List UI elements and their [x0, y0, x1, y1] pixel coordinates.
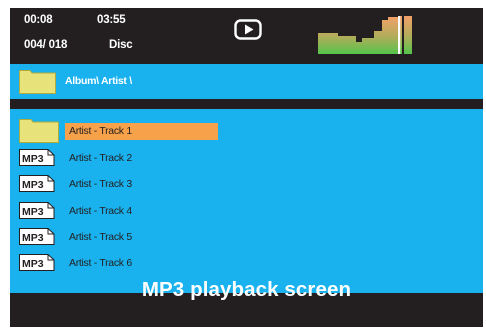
- total-time: 03:55: [97, 14, 126, 26]
- mp3-icon-label: MP3: [22, 232, 44, 244]
- player-screen: 00:08 03:55 004/ 018 Disc Album\ Artist …: [10, 8, 483, 327]
- folder-path-bar[interactable]: Album\ Artist \: [10, 64, 483, 99]
- folder-path: Album\ Artist \: [65, 75, 132, 87]
- list-item[interactable]: MP3 Artist - Track 5: [10, 225, 483, 250]
- list-item[interactable]: MP3 Artist - Track 6: [10, 251, 483, 276]
- status-bar: 00:08 03:55 004/ 018 Disc: [10, 8, 483, 64]
- list-item[interactable]: MP3 Artist - Track 4: [10, 199, 483, 224]
- mp3-file-icon: MP3: [19, 202, 55, 219]
- track-label: Artist - Track 6: [69, 257, 132, 269]
- track-label: Artist - Track 3: [69, 178, 132, 190]
- mp3-file-icon: MP3: [19, 175, 55, 192]
- mp3-file-icon: MP3: [19, 254, 55, 271]
- folder-icon: [19, 70, 56, 94]
- mp3-icon-label: MP3: [22, 153, 44, 165]
- file-list: Artist - Track 1 MP3 Artist - Track 2 MP…: [10, 109, 483, 293]
- screen-caption: MP3 playback screen: [141, 278, 352, 301]
- mp3-icon-label: MP3: [22, 179, 44, 191]
- list-item[interactable]: Artist - Track 1: [10, 119, 483, 144]
- list-item[interactable]: MP3 Artist - Track 2: [10, 146, 483, 171]
- mp3-icon-label: MP3: [22, 206, 44, 218]
- track-counter: 004/ 018: [24, 39, 68, 51]
- track-label: Artist - Track 4: [69, 205, 132, 217]
- track-label: Artist - Track 5: [69, 231, 132, 243]
- mp3-file-icon: MP3: [19, 149, 55, 166]
- mp3-file-icon: MP3: [19, 228, 55, 245]
- elapsed-time: 00:08: [24, 14, 53, 26]
- mp3-icon-label: MP3: [22, 258, 44, 270]
- folder-icon: [19, 119, 59, 143]
- track-label: Artist - Track 1: [65, 123, 218, 140]
- source-label: Disc: [109, 39, 133, 51]
- list-item[interactable]: MP3 Artist - Track 3: [10, 172, 483, 197]
- track-label: Artist - Track 2: [69, 152, 132, 164]
- spectrum-analyzer: [318, 16, 412, 54]
- play-icon[interactable]: [234, 19, 262, 40]
